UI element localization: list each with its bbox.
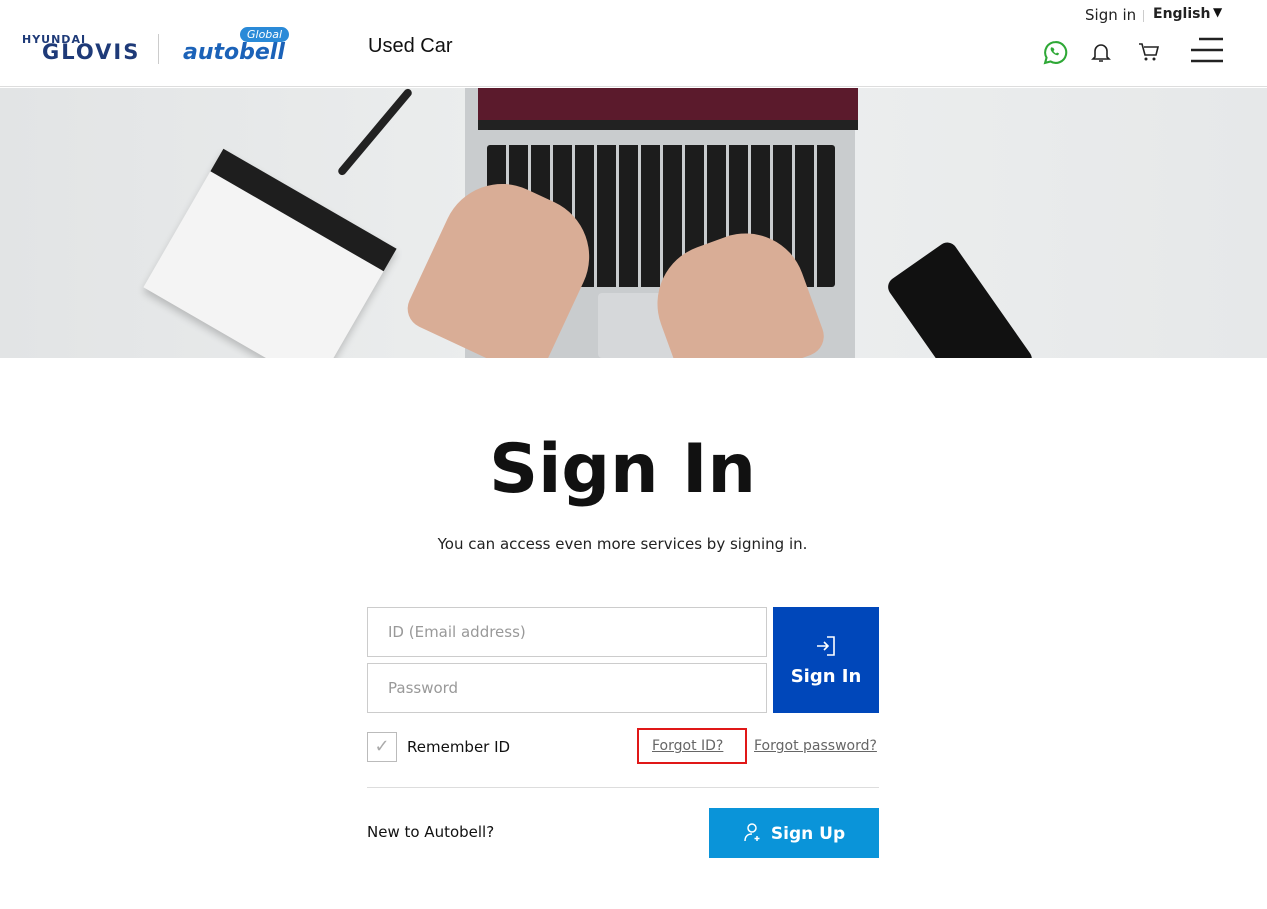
remember-id-label[interactable]: Remember ID [407,738,510,756]
id-input[interactable] [367,607,767,657]
new-to-autobell-text: New to Autobell? [367,823,495,841]
divider [367,787,879,788]
logo-glovis: GLOVIS [42,40,141,64]
logo-global-badge: Global [240,27,290,42]
hero-image [0,88,1267,358]
sign-in-label: Sign In [790,665,862,687]
whatsapp-icon[interactable] [1043,40,1068,65]
caret-down-icon[interactable]: ▼ [1213,5,1222,19]
remember-id-checkbox[interactable]: ✓ [367,732,397,762]
sign-up-button[interactable]: Sign Up [709,808,879,858]
add-user-icon [744,823,760,842]
menu-icon[interactable] [1190,37,1224,63]
divider [1143,10,1144,22]
forgot-password-link[interactable]: Forgot password? [754,738,877,754]
language-select[interactable]: English [1153,6,1210,22]
check-icon: ✓ [374,736,390,757]
sign-up-label: Sign Up [770,824,846,844]
password-input[interactable] [367,663,767,713]
sign-in-icon [817,635,835,656]
page-title: Sign In [489,430,756,509]
bell-icon[interactable] [1089,40,1113,64]
forgot-id-link[interactable]: Forgot ID? [652,738,723,754]
laptop-screen [478,88,858,130]
phone-image [884,238,1036,358]
page-subtitle: You can access even more services by sig… [437,535,808,553]
section-title[interactable]: Used Car [368,35,452,58]
logo-autobell: autobell [183,40,285,65]
notebook-image [143,148,397,358]
pen-image [336,88,414,177]
cart-icon[interactable] [1137,40,1161,64]
top-sign-in-link[interactable]: Sign in [1085,6,1136,24]
logo-divider [158,34,159,64]
sign-in-button[interactable]: Sign In [773,607,879,713]
